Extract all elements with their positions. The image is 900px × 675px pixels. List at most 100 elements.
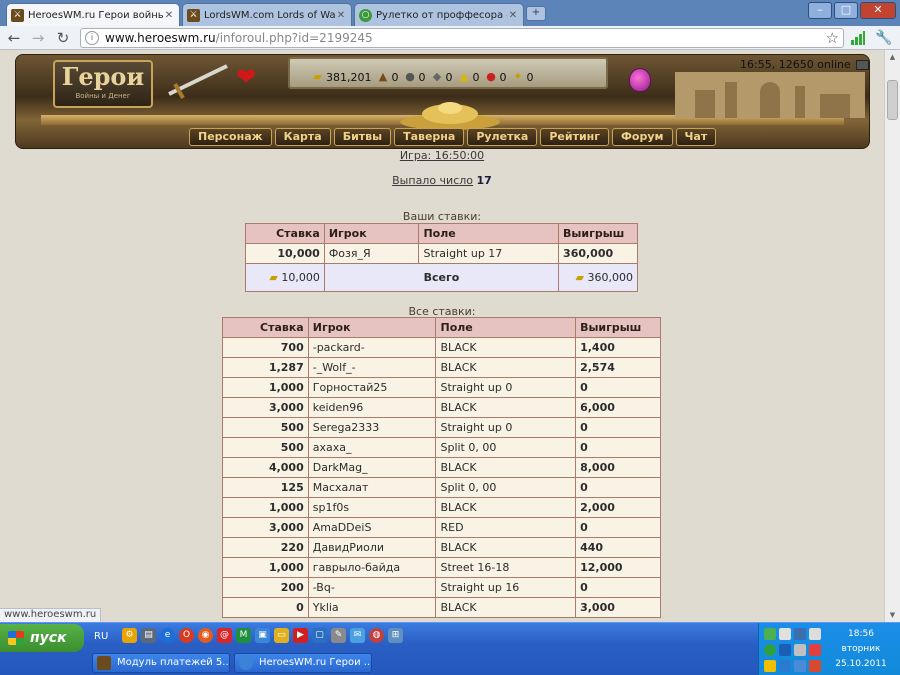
win-cell: 0 — [575, 437, 661, 458]
logo-sub-text: Войны и Денег — [75, 92, 131, 100]
field-cell: BLACK — [435, 357, 577, 378]
quicklaunch-app-icon[interactable]: ▶ — [293, 628, 308, 643]
scroll-down-icon[interactable]: ▼ — [885, 608, 900, 622]
player-cell[interactable]: -Bq- — [307, 577, 437, 598]
nav-rating[interactable]: Рейтинг — [540, 128, 610, 146]
nav-character[interactable]: Персонаж — [189, 128, 272, 146]
tray-app-icon[interactable] — [809, 660, 821, 672]
player-cell[interactable]: гаврыло-байда — [307, 557, 437, 578]
nav-forum[interactable]: Форум — [612, 128, 673, 146]
win-cell: 0 — [575, 417, 661, 438]
language-indicator[interactable]: RU — [94, 631, 108, 642]
tab-roulette-forum[interactable]: ○ Рулетко от проффесора - де ✕ — [354, 3, 524, 26]
player-cell[interactable]: ахаха_ — [307, 437, 437, 458]
quicklaunch-app-icon[interactable]: ◍ — [369, 628, 384, 643]
scroll-thumb[interactable] — [887, 80, 898, 120]
total-bet-cell: ▰ 10,000 — [245, 263, 325, 292]
tab-heroeswm[interactable]: ⚔ HeroesWM.ru Герои войны и ✕ — [6, 3, 180, 26]
game-time: Игра: 16:50:00 — [0, 149, 884, 162]
taskbar-clock[interactable]: 18:56 вторник 25.10.2011 — [826, 627, 896, 672]
tray-app-icon[interactable] — [794, 644, 806, 656]
nav-roulette[interactable]: Рулетка — [467, 128, 538, 146]
page-info-icon[interactable]: i — [85, 31, 99, 45]
player-cell[interactable]: Yklia — [307, 597, 437, 618]
clock-day: вторник — [841, 644, 881, 654]
quicklaunch-app-icon[interactable]: M — [236, 628, 251, 643]
game-header: Герои Войны и Денег ❤ 16:55, 12650 onlin… — [15, 54, 870, 149]
resource-mercury: ◆ 0 — [430, 71, 453, 84]
quicklaunch-app-icon[interactable]: ▣ — [255, 628, 270, 643]
tray-app-icon[interactable] — [764, 628, 776, 640]
player-cell[interactable]: Масхалат — [307, 477, 437, 498]
firefox-browser-icon[interactable]: ◉ — [198, 628, 213, 643]
close-window-button[interactable]: ✕ — [860, 2, 896, 19]
minimize-button[interactable]: – — [808, 2, 832, 19]
player-cell[interactable]: -packard- — [307, 337, 437, 358]
scroll-up-icon[interactable]: ▲ — [885, 50, 900, 64]
ie-browser-icon[interactable]: e — [160, 628, 175, 643]
player-cell[interactable]: Фозя_Я — [323, 243, 420, 264]
desktop-icon[interactable]: ▢ — [312, 628, 327, 643]
signal-bars-icon[interactable] — [851, 31, 865, 45]
nav-tavern[interactable]: Таверна — [394, 128, 465, 146]
tray-app-icon[interactable] — [764, 644, 776, 656]
tray-app-icon[interactable] — [794, 660, 806, 672]
server-time-online: 16:55, 12650 online — [740, 58, 870, 71]
quicklaunch-app-icon[interactable]: ▤ — [141, 628, 156, 643]
tab-close-icon[interactable]: ✕ — [335, 10, 347, 21]
bookmark-star-icon[interactable]: ☆ — [826, 29, 839, 47]
tab-close-icon[interactable]: ✕ — [507, 10, 519, 21]
folder-icon[interactable]: ▭ — [274, 628, 289, 643]
heart-icon[interactable]: ❤ — [236, 65, 260, 89]
game-logo[interactable]: Герои Войны и Денег — [53, 60, 153, 108]
clock-time: 18:56 — [848, 629, 874, 639]
opera-browser-icon[interactable]: O — [179, 628, 194, 643]
quicklaunch-app-icon[interactable]: @ — [217, 628, 232, 643]
quicklaunch-app-icon[interactable]: ✎ — [331, 628, 346, 643]
page-scrollbar[interactable]: ▲ ▼ — [884, 50, 900, 622]
quicklaunch-app-icon[interactable]: ✉ — [350, 628, 365, 643]
tab-lordswm[interactable]: ⚔ LordsWM.com Lords of War an ✕ — [182, 3, 352, 26]
back-arrow-icon[interactable]: ← — [4, 28, 24, 48]
network-icon[interactable] — [779, 660, 791, 672]
tray-app-icon[interactable] — [764, 660, 776, 672]
player-cell[interactable]: AmaDDeiS — [307, 517, 437, 538]
taskbar-item-payments[interactable]: Модуль платежей 5... — [92, 653, 230, 673]
player-cell[interactable]: Serega2333 — [307, 417, 437, 438]
quicklaunch-app-icon[interactable]: ⚙ — [122, 628, 137, 643]
player-cell[interactable]: Горностай25 — [307, 377, 437, 398]
taskbar-item-heroeswm[interactable]: HeroesWM.ru Герои ... — [234, 653, 372, 673]
address-bar[interactable]: i www.heroeswm.ru /inforoul.php?id=21992… — [80, 28, 844, 48]
crystal-icon: ● — [486, 70, 496, 83]
forward-arrow-icon[interactable]: → — [28, 28, 48, 48]
tray-app-icon[interactable] — [779, 628, 791, 640]
field-cell: Split 0, 00 — [435, 437, 577, 458]
quicklaunch-app-icon[interactable]: ⊞ — [388, 628, 403, 643]
reload-icon[interactable]: ↻ — [53, 28, 73, 48]
wrench-menu-icon[interactable]: 🔧 — [874, 28, 894, 48]
player-cell[interactable]: DarkMag_ — [307, 457, 437, 478]
maximize-button[interactable]: □ — [834, 2, 858, 19]
field-cell: BLACK — [435, 337, 577, 358]
nav-battles[interactable]: Битвы — [333, 128, 392, 146]
bluetooth-icon[interactable] — [779, 644, 791, 656]
player-cell[interactable]: ДавидРиоли — [307, 537, 437, 558]
player-cell[interactable]: keiden96 — [307, 397, 437, 418]
potion-icon[interactable] — [629, 68, 651, 92]
player-cell[interactable]: -_Wolf_- — [307, 357, 437, 378]
new-tab-button[interactable]: + — [526, 6, 546, 21]
tray-app-icon[interactable] — [809, 644, 821, 656]
your-bets-table: Ставка Игрок Поле Выигрыш 10,000 Фозя_Я … — [245, 223, 638, 292]
speaker-icon[interactable] — [809, 628, 821, 640]
tab-close-icon[interactable]: ✕ — [163, 10, 175, 21]
player-cell[interactable]: sp1f0s — [307, 497, 437, 518]
game-time-link[interactable]: Игра: 16:50:00 — [400, 149, 484, 162]
nav-map[interactable]: Карта — [274, 128, 331, 146]
win-cell: 1,400 — [575, 337, 661, 358]
chrome-browser-icon — [239, 656, 253, 670]
online-list-icon[interactable] — [856, 60, 870, 70]
bet-cell: 500 — [222, 437, 309, 458]
start-button[interactable]: пуск — [0, 624, 84, 652]
nav-chat[interactable]: Чат — [675, 128, 717, 146]
tray-app-icon[interactable] — [794, 628, 806, 640]
